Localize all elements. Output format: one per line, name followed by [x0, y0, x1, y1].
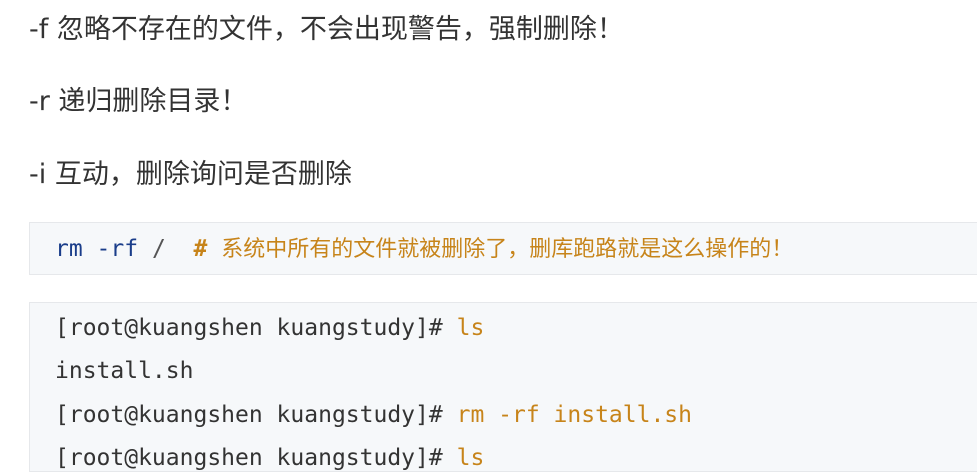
terminal-line: [root@kuangshen kuangstudy]# ls	[55, 443, 484, 473]
code-block-rm-root: rm -rf / # 系统中所有的文件就被删除了，删库跑路就是这么操作的！	[29, 222, 977, 275]
code-comment-marker: #	[193, 236, 208, 262]
terminal-prompt: [root@kuangshen kuangstudy]#	[55, 445, 443, 471]
code-comment: 系统中所有的文件就被删除了，删库跑路就是这么操作的！	[221, 237, 794, 262]
code-line: rm -rf / # 系统中所有的文件就被删除了，删库跑路就是这么操作的！	[55, 234, 793, 265]
option-f-description: -f 忽略不存在的文件，不会出现警告，强制删除！	[29, 14, 624, 45]
code-command: rm -rf	[55, 236, 139, 262]
terminal-line: install.sh	[55, 356, 193, 386]
code-path: /	[151, 236, 166, 262]
terminal-line: [root@kuangshen kuangstudy]# ls	[55, 313, 484, 343]
terminal-input: ls	[456, 445, 485, 471]
terminal-output: install.sh	[55, 358, 194, 384]
terminal-input: ls	[456, 315, 485, 341]
terminal-input: rm -rf install.sh	[456, 402, 692, 428]
code-block-terminal: [root@kuangshen kuangstudy]# ls install.…	[29, 302, 977, 472]
option-i-description: -i 互动，删除询问是否删除	[29, 159, 352, 190]
terminal-line: [root@kuangshen kuangstudy]# rm -rf inst…	[55, 400, 692, 430]
terminal-prompt: [root@kuangshen kuangstudy]#	[55, 315, 443, 341]
option-r-description: -r 递归删除目录！	[29, 86, 248, 117]
terminal-prompt: [root@kuangshen kuangstudy]#	[55, 402, 443, 428]
